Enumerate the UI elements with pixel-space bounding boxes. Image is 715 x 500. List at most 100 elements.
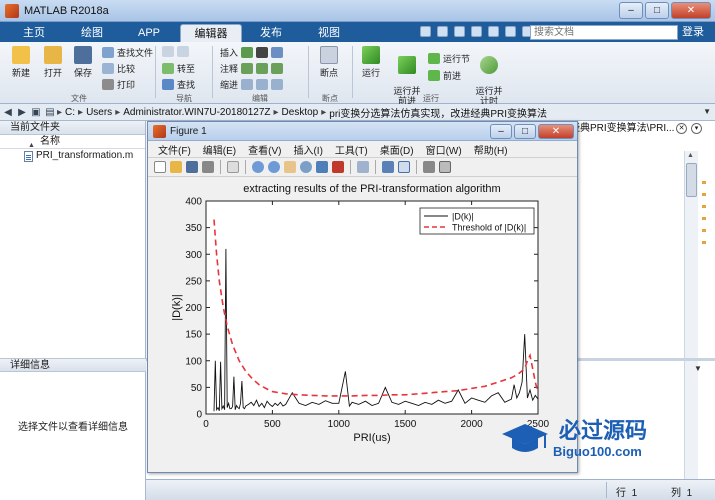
- forward-arrow-icon[interactable]: ▶: [16, 107, 28, 118]
- print-button[interactable]: 打印: [102, 78, 135, 91]
- tab-editor[interactable]: 编辑器: [180, 24, 242, 42]
- breakpoints-icon: [320, 46, 338, 64]
- search-input[interactable]: [530, 25, 678, 40]
- quick-save-icon[interactable]: [420, 26, 431, 37]
- run-button[interactable]: 运行: [358, 46, 384, 79]
- uncomment-icon[interactable]: [256, 63, 269, 74]
- show-plot-tools-icon[interactable]: [439, 161, 451, 173]
- figure-minimize-button[interactable]: –: [490, 124, 512, 139]
- browse-folder-icon[interactable]: ▤: [44, 107, 56, 118]
- quick-copy-icon[interactable]: [454, 26, 465, 37]
- figure-close-button[interactable]: ✕: [538, 124, 574, 139]
- breadcrumb-drive[interactable]: C:: [65, 107, 75, 118]
- data-cursor-icon[interactable]: [316, 161, 328, 173]
- folder-up-icon[interactable]: ▣: [30, 107, 42, 118]
- smart-indent-icon[interactable]: [241, 79, 254, 90]
- breakpoints-button[interactable]: 断点: [315, 46, 343, 79]
- save-button[interactable]: 保存: [70, 46, 96, 79]
- breadcrumb-desktop[interactable]: Desktop: [282, 107, 319, 118]
- quick-redo-icon[interactable]: [505, 26, 516, 37]
- menu-view[interactable]: 查看(V): [248, 142, 281, 157]
- maximize-button[interactable]: □: [645, 2, 669, 19]
- tab-apps[interactable]: APP: [128, 24, 170, 42]
- minimize-button[interactable]: –: [619, 2, 643, 19]
- wrap-icon[interactable]: [271, 63, 284, 74]
- print-figure-icon[interactable]: [202, 161, 214, 173]
- toolbar-separator: [375, 160, 376, 174]
- menu-desktop[interactable]: 桌面(D): [380, 142, 414, 157]
- panel-menu-icon[interactable]: ▾: [691, 123, 702, 134]
- run-section-button[interactable]: 运行节: [428, 52, 470, 65]
- chart-area[interactable]: extracting results of the PRI-transforma…: [148, 177, 577, 452]
- hide-plot-tools-icon[interactable]: [423, 161, 435, 173]
- comment-button[interactable]: 注释: [220, 62, 284, 75]
- new-figure-icon[interactable]: [154, 161, 166, 173]
- name-column-header[interactable]: ▲ 名称: [0, 135, 145, 149]
- colorbar-icon[interactable]: [382, 161, 394, 173]
- figure-titlebar[interactable]: Figure 1 – □ ✕: [148, 122, 577, 141]
- login-link[interactable]: 登录: [682, 24, 704, 40]
- brush-icon[interactable]: [332, 161, 344, 173]
- breadcrumb-users[interactable]: Users: [86, 107, 112, 118]
- warning-mark[interactable]: [702, 229, 706, 232]
- window-title: MATLAB R2018a: [24, 4, 109, 17]
- rotate-3d-icon[interactable]: [300, 161, 312, 173]
- edit-plot-icon[interactable]: [227, 161, 239, 173]
- save-figure-icon[interactable]: [186, 161, 198, 173]
- breakpoints-label: 断点: [319, 68, 338, 78]
- quick-cut-icon[interactable]: [437, 26, 448, 37]
- zoom-in-icon[interactable]: [252, 161, 264, 173]
- nav-back-forward[interactable]: [162, 46, 189, 57]
- new-button[interactable]: 新建: [8, 46, 34, 79]
- quick-paste-icon[interactable]: [471, 26, 482, 37]
- warning-mark[interactable]: [702, 181, 706, 184]
- tab-view[interactable]: 视图: [308, 24, 350, 42]
- find-files-button[interactable]: 查找文件: [102, 46, 153, 59]
- menu-edit[interactable]: 编辑(E): [203, 142, 236, 157]
- tab-home[interactable]: 主页: [14, 24, 54, 42]
- zoom-out-icon[interactable]: [268, 161, 280, 173]
- warning-mark[interactable]: [702, 217, 706, 220]
- warning-mark[interactable]: [702, 241, 706, 244]
- indent-icon[interactable]: [256, 79, 269, 90]
- close-button[interactable]: ✕: [671, 2, 711, 19]
- run-advance-icon: [398, 56, 416, 74]
- pan-hand-icon[interactable]: [284, 161, 296, 173]
- back-arrow-icon[interactable]: ◀: [2, 107, 14, 118]
- panel-close-icon[interactable]: ✕: [676, 123, 687, 134]
- find-button[interactable]: 查找: [162, 78, 195, 91]
- legend-icon[interactable]: [398, 161, 410, 173]
- tab-plots[interactable]: 绘图: [72, 24, 112, 42]
- menu-tools[interactable]: 工具(T): [335, 142, 368, 157]
- advance-button[interactable]: 前进: [428, 69, 461, 82]
- breadcrumb-project[interactable]: pri变换分选算法仿真实现，改进经典PRI变换算法: [329, 105, 547, 120]
- outdent-icon[interactable]: [271, 79, 284, 90]
- compare-button[interactable]: 比较: [102, 62, 135, 75]
- menu-help[interactable]: 帮助(H): [474, 142, 508, 157]
- indent-button[interactable]: 缩进: [220, 78, 284, 91]
- warning-mark[interactable]: [702, 205, 706, 208]
- collapse-arrow-icon[interactable]: ▼: [694, 364, 702, 373]
- percent-icon[interactable]: [241, 63, 254, 74]
- editor-tab[interactable]: 经典PRI变换算法\PRI...: [570, 121, 674, 136]
- file-list-item[interactable]: PRI_transformation.m: [0, 149, 145, 163]
- goto-button[interactable]: 转至: [162, 62, 195, 75]
- figure-maximize-button[interactable]: □: [514, 124, 536, 139]
- quick-undo-icon[interactable]: [488, 26, 499, 37]
- scroll-thumb[interactable]: [686, 163, 697, 197]
- open-file-icon[interactable]: [170, 161, 182, 173]
- format-icon[interactable]: [271, 47, 284, 58]
- warning-mark[interactable]: [702, 193, 706, 196]
- fx-icon[interactable]: [256, 47, 269, 58]
- open-button[interactable]: 打开: [40, 46, 66, 79]
- insert-button[interactable]: 插入: [220, 46, 284, 59]
- menu-file[interactable]: 文件(F): [158, 142, 191, 157]
- menu-insert[interactable]: 插入(I): [293, 142, 322, 157]
- status-divider: [606, 482, 607, 498]
- breadcrumb-user[interactable]: Administrator.WIN7U-20180127Z: [123, 107, 270, 118]
- link-plot-icon[interactable]: [357, 161, 369, 173]
- tab-publish[interactable]: 发布: [250, 24, 292, 42]
- scroll-up-icon[interactable]: ▲: [687, 152, 694, 159]
- address-dropdown-icon[interactable]: ▼: [703, 107, 711, 116]
- menu-window[interactable]: 窗口(W): [426, 142, 462, 157]
